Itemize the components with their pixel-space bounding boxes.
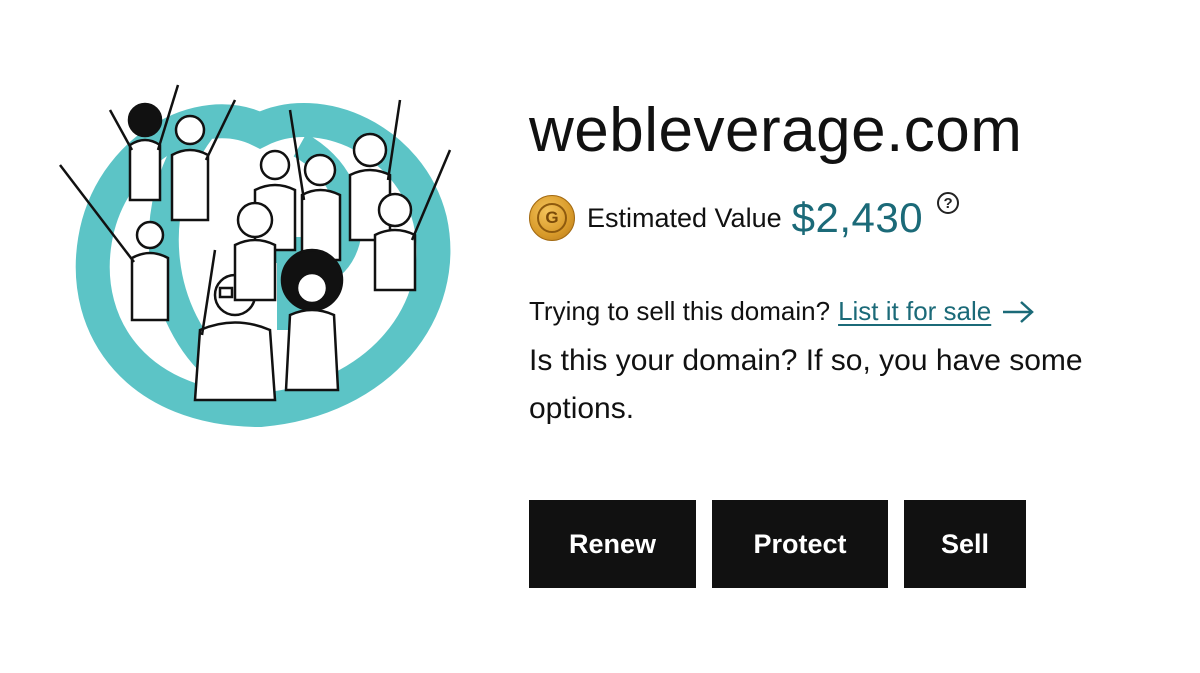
owner-prompt-text: Is this your domain? If so, you have som…	[529, 344, 1083, 425]
help-icon[interactable]: ?	[937, 192, 960, 214]
list-for-sale-link[interactable]: List it for sale	[838, 296, 991, 327]
sell-button[interactable]: Sell	[904, 500, 1026, 588]
action-buttons: Renew Protect Sell	[529, 500, 1042, 588]
estimated-value-amount: $2,430	[791, 194, 924, 241]
protect-button[interactable]: Protect	[712, 500, 888, 588]
sell-question-text: Trying to sell this domain?	[529, 296, 831, 326]
domain-name-title: webleverage.com	[529, 96, 1023, 165]
domain-info-panel: webleverage.com G Estimated Value $2,430…	[529, 92, 1199, 433]
renew-button[interactable]: Renew	[529, 500, 696, 588]
coin-letter: G	[537, 203, 567, 233]
crowd-illustration	[50, 70, 470, 440]
sell-prompt-row: Trying to sell this domain? List it for …	[529, 296, 1199, 327]
estimated-value-label: Estimated Value	[587, 202, 782, 233]
arrow-right-icon[interactable]	[1001, 299, 1035, 325]
estimated-value-row: G Estimated Value $2,430 ?	[529, 188, 1199, 248]
coin-icon: G	[529, 195, 575, 241]
